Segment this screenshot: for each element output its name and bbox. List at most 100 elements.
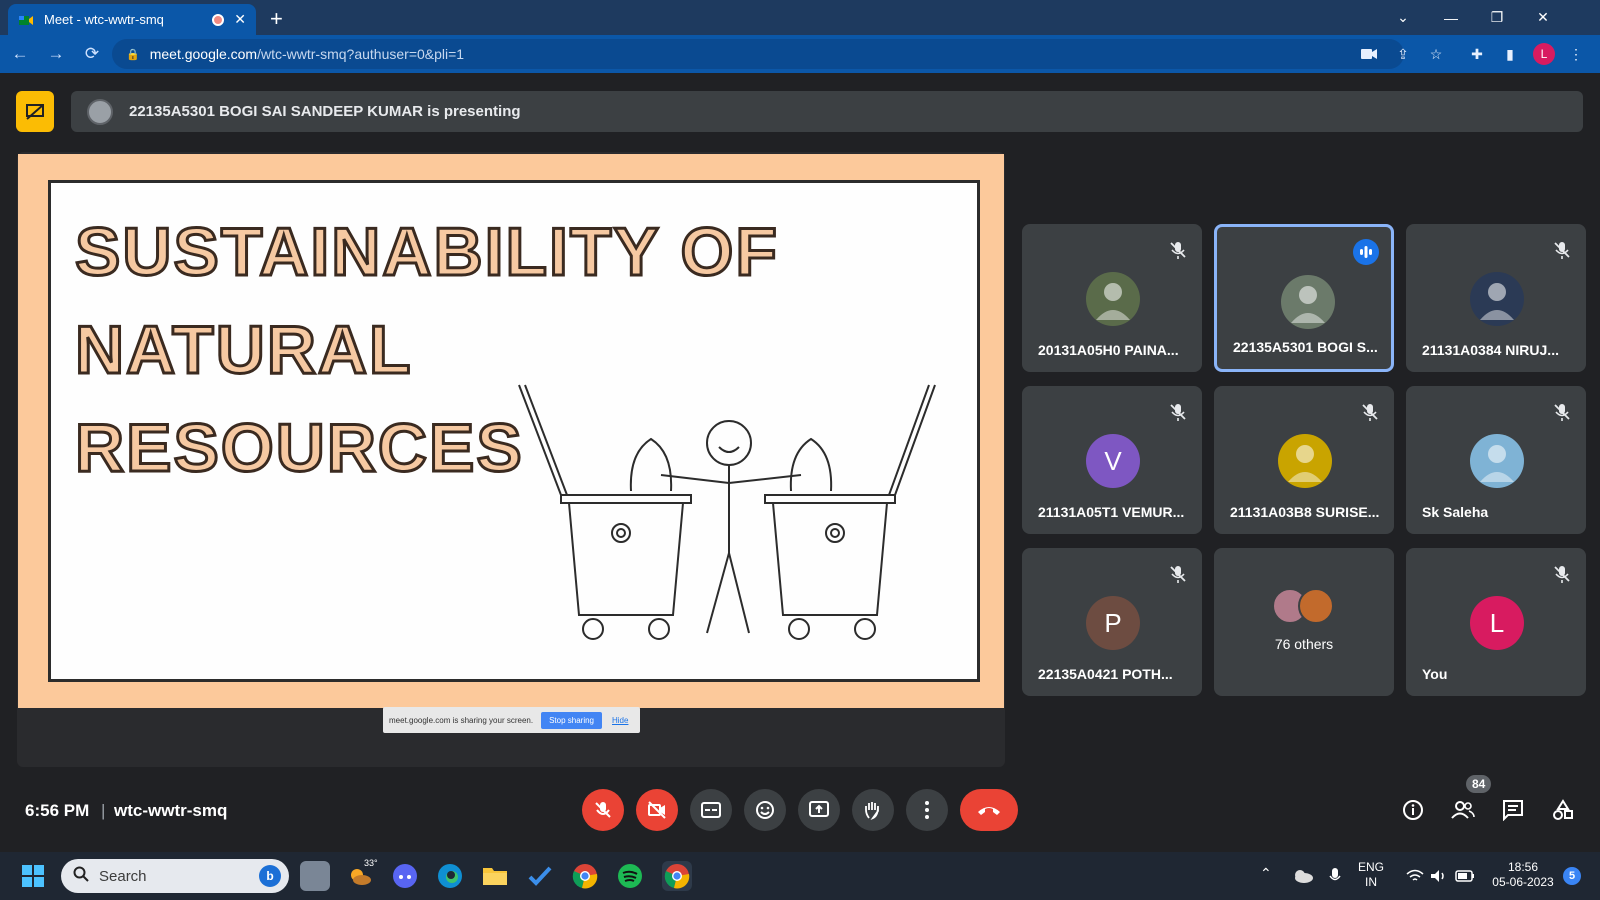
hand-icon	[865, 802, 879, 820]
recording-indicator-icon	[212, 13, 225, 26]
url-path: /wtc-wwtr-smq?authuser=0&pli=1	[257, 46, 465, 62]
shared-slide: SUSTAINABILITY OF NATURAL RESOURCES	[48, 180, 980, 682]
participant-avatar	[1086, 272, 1140, 326]
mic-muted-icon	[1552, 402, 1572, 422]
profile-avatar[interactable]: L	[1533, 43, 1555, 65]
restore-window-button[interactable]: ❐	[1474, 0, 1520, 35]
share-icon[interactable]: ⇪	[1392, 43, 1414, 65]
browser-tab-meet[interactable]: Meet - wtc-wwtr-smq ✕	[8, 4, 256, 35]
show-hidden-icons-chevron-icon[interactable]: ⌃	[1260, 866, 1272, 881]
participant-tile[interactable]: 21131A03B8 SURISE...	[1214, 386, 1394, 534]
participant-tile[interactable]: V 21131A05T1 VEMUR...	[1022, 386, 1202, 534]
close-tab-icon[interactable]: ✕	[234, 11, 246, 28]
taskbar-clock[interactable]: 18:56 05-06-2023	[1488, 860, 1558, 890]
activities-button[interactable]	[1548, 795, 1578, 825]
lock-icon[interactable]: 🔒	[126, 48, 140, 61]
present-screen-icon	[809, 801, 829, 817]
chrome-profile-icon[interactable]	[662, 861, 692, 891]
minimize-window-button[interactable]: —	[1428, 0, 1474, 35]
microphone-tray-icon[interactable]	[1320, 861, 1350, 891]
browser-tab-strip: Meet - wtc-wwtr-smq ✕ + ⌄ — ❐ ✕	[0, 0, 1600, 35]
meet-favicon-icon	[19, 15, 33, 25]
reload-button[interactable]: ⟳	[76, 38, 108, 70]
more-options-button[interactable]	[906, 789, 948, 831]
spotify-icon[interactable]	[615, 861, 645, 891]
camera-toggle-button[interactable]	[636, 789, 678, 831]
onedrive-cloud-icon[interactable]	[1288, 861, 1318, 891]
mic-off-icon	[595, 802, 611, 818]
back-button[interactable]: ←	[4, 38, 36, 70]
chat-icon	[1503, 800, 1523, 821]
edge-browser-icon[interactable]	[435, 861, 465, 891]
participant-name: 21131A05T1 VEMUR...	[1038, 504, 1185, 520]
stop-sharing-button[interactable]: Stop sharing	[541, 711, 602, 729]
meeting-clock: 6:56 PM	[25, 801, 90, 820]
discord-icon[interactable]	[390, 861, 420, 891]
captions-button[interactable]	[690, 789, 732, 831]
raise-hand-button[interactable]	[852, 789, 894, 831]
participant-tile[interactable]: L You	[1406, 548, 1586, 696]
participant-tile[interactable]: 22135A5301 BOGI S...	[1214, 224, 1394, 372]
tab-search-chevron-icon[interactable]: ⌄	[1380, 0, 1426, 35]
participant-avatar	[1281, 275, 1335, 329]
meeting-code: wtc-wwtr-smq	[114, 801, 228, 820]
participant-name: 20131A05H0 PAINA...	[1038, 342, 1179, 358]
task-view-icon[interactable]	[300, 861, 330, 891]
participant-avatar: P	[1086, 596, 1140, 650]
mic-muted-icon	[1168, 240, 1188, 260]
input-language-indicator[interactable]: ENG IN	[1358, 860, 1384, 890]
participant-count-badge: 84	[1466, 775, 1492, 793]
browser-menu-icon[interactable]: ⋮	[1565, 43, 1587, 65]
others-avatar	[1298, 588, 1334, 624]
info-icon	[1403, 800, 1423, 820]
extensions-puzzle-icon[interactable]: ✚	[1466, 43, 1488, 65]
close-window-button[interactable]: ✕	[1520, 0, 1566, 35]
chat-button[interactable]	[1498, 795, 1528, 825]
todo-checkmark-icon[interactable]	[525, 861, 555, 891]
leave-call-button[interactable]	[960, 789, 1018, 831]
language-code: ENG	[1358, 860, 1385, 874]
slide-title-line-2: NATURAL	[74, 311, 413, 390]
participant-tile[interactable]: 20131A05H0 PAINA...	[1022, 224, 1202, 372]
mic-muted-icon	[1552, 564, 1572, 584]
others-tile[interactable]: 76 others	[1214, 548, 1394, 696]
file-explorer-icon[interactable]	[480, 861, 510, 891]
mic-muted-icon	[1168, 402, 1188, 422]
taskbar-search-box[interactable]: Search b	[61, 859, 289, 893]
mic-muted-icon	[1168, 564, 1188, 584]
present-now-button[interactable]	[798, 789, 840, 831]
hide-notice-link[interactable]: Hide	[612, 716, 628, 725]
participant-tile[interactable]: P 22135A0421 POTH...	[1022, 548, 1202, 696]
presentation-indicator-icon[interactable]	[16, 91, 54, 132]
camera-in-use-icon[interactable]	[1358, 43, 1380, 65]
clock-time: 18:56	[1507, 860, 1539, 874]
notification-center-badge[interactable]: 5	[1563, 867, 1581, 885]
start-button[interactable]	[18, 861, 48, 891]
bookmark-star-icon[interactable]: ☆	[1425, 43, 1447, 65]
meeting-details-button[interactable]	[1398, 795, 1428, 825]
participant-tile[interactable]: Sk Saleha	[1406, 386, 1586, 534]
clock-date: 05-06-2023	[1492, 875, 1554, 889]
address-bar[interactable]: 🔒 meet.google.com/wtc-wwtr-smq?authuser=…	[112, 39, 1404, 69]
more-vert-icon	[925, 801, 929, 819]
participant-name: 21131A03B8 SURISE...	[1230, 504, 1380, 520]
side-panel-icon[interactable]: ▮	[1499, 43, 1521, 65]
search-icon	[73, 866, 89, 886]
captions-icon	[701, 802, 721, 818]
people-button[interactable]	[1448, 795, 1478, 825]
new-tab-button[interactable]: +	[270, 6, 283, 32]
forward-button[interactable]: →	[40, 38, 72, 70]
participant-avatar	[1470, 434, 1524, 488]
windows-logo-icon	[22, 865, 44, 887]
microphone-toggle-button[interactable]	[582, 789, 624, 831]
reactions-button[interactable]	[744, 789, 786, 831]
hang-up-icon	[978, 807, 1000, 815]
participant-tile[interactable]: 21131A0384 NIRUJ...	[1406, 224, 1586, 372]
participant-name: You	[1422, 666, 1448, 682]
speaking-indicator-icon	[1353, 239, 1379, 265]
battery-icon[interactable]	[1450, 861, 1480, 891]
chrome-icon[interactable]	[570, 861, 600, 891]
url-host: meet.google.com	[149, 46, 258, 62]
share-notice-text: meet.google.com is sharing your screen.	[389, 715, 534, 725]
meeting-separator: |	[101, 801, 106, 820]
